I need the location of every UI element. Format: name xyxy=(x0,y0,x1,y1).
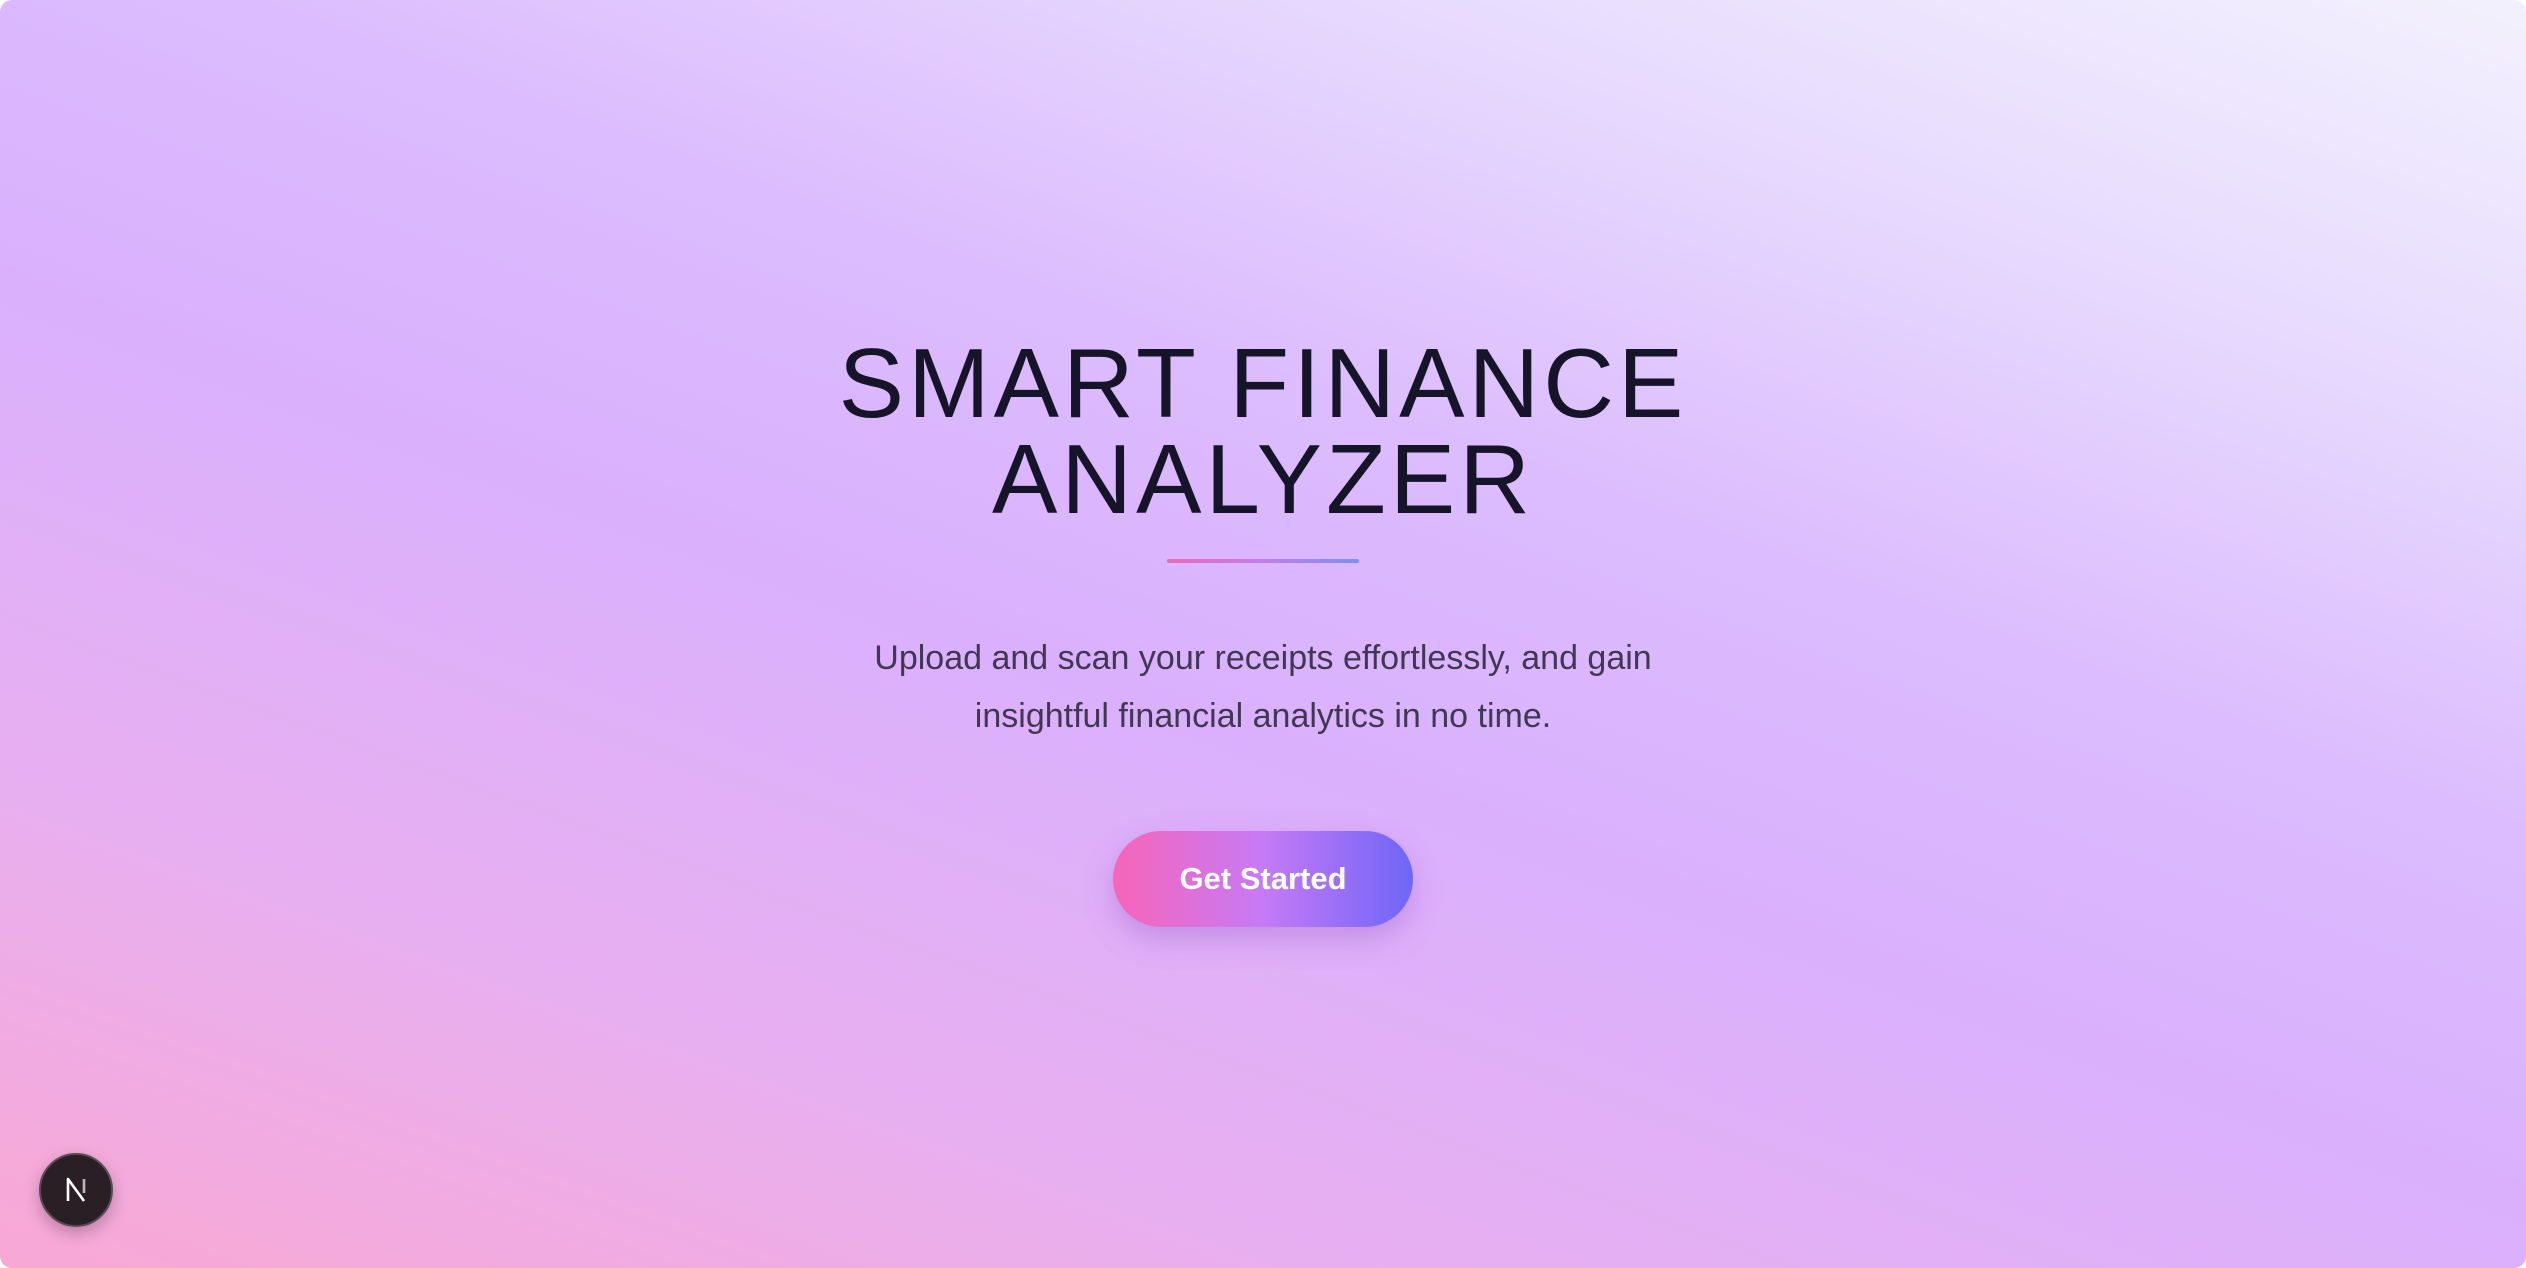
title-divider xyxy=(1167,559,1359,563)
subtitle-line-1: Upload and scan your receipts effortless… xyxy=(874,639,1652,677)
hero-subtitle: Upload and scan your receipts effortless… xyxy=(813,629,1713,745)
get-started-button[interactable]: Get Started xyxy=(1113,831,1413,927)
nextjs-logo-icon xyxy=(66,1177,86,1202)
page-title: SMART FINANCE ANALYZER xyxy=(763,334,1763,528)
subtitle-line-2: insightful financial analytics in no tim… xyxy=(974,697,1552,735)
title-line-1: SMART FINANCE xyxy=(838,328,1688,438)
title-line-2: ANALYZER xyxy=(991,424,1535,534)
nextjs-dev-badge[interactable] xyxy=(39,1153,113,1227)
landing-page: SMART FINANCE ANALYZER Upload and scan y… xyxy=(0,0,2526,1268)
hero-section: SMART FINANCE ANALYZER Upload and scan y… xyxy=(0,334,2526,927)
